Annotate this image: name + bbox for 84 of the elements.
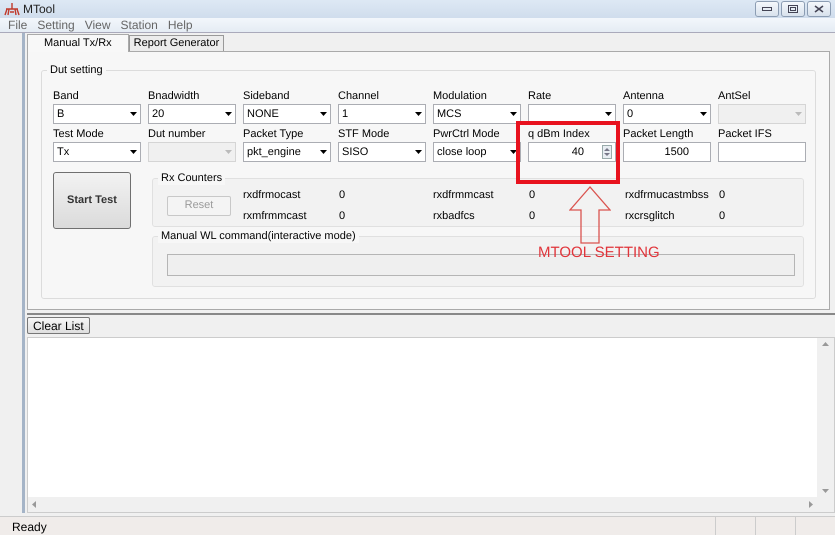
field-label: q dBm Index: [528, 128, 591, 142]
clear-list-button[interactable]: Clear List: [27, 317, 90, 334]
caret-icon: [225, 150, 232, 154]
spin-field[interactable]: 40: [528, 142, 616, 162]
field-label: Channel: [338, 90, 380, 104]
tab[interactable]: Report Generator: [128, 35, 224, 51]
minimize-icon: [762, 6, 772, 12]
field-label: Rate: [528, 90, 552, 104]
counter-name: rxmfrmmcast: [243, 208, 308, 224]
caret-icon: [415, 112, 422, 116]
counter-value: 0: [719, 188, 726, 203]
maximize-icon: [788, 5, 798, 13]
field-label: PwrCtrl Mode: [433, 128, 501, 142]
dropdown[interactable]: Tx: [53, 142, 141, 162]
caret-icon: [130, 112, 137, 116]
scroll-right-icon: [809, 501, 813, 508]
annotation-label: MTOOL SETTING: [538, 244, 660, 261]
dropdown[interactable]: B: [53, 104, 141, 124]
field-label: Band: [53, 90, 80, 104]
caret-icon: [320, 112, 327, 116]
start-test-button[interactable]: Start Test: [53, 172, 131, 229]
counter-name: rxdfrmocast: [243, 188, 302, 203]
caret-icon: [320, 150, 327, 154]
group-title: Manual WL command(interactive mode): [158, 229, 359, 243]
counter-name: rxdfrmucastmbss: [625, 188, 710, 203]
field-label: AntSel: [718, 90, 752, 104]
dropdown[interactable]: SISO: [338, 142, 426, 162]
up-arrow-icon: [569, 186, 611, 244]
dropdown[interactable]: close loop: [433, 142, 521, 162]
spinner-icon: [602, 145, 612, 159]
menu-item[interactable]: File: [3, 18, 32, 32]
counter-name: rxdfrmmcast: [433, 188, 494, 203]
scroll-up-icon: [822, 342, 829, 346]
close-icon: [814, 5, 824, 13]
input-field[interactable]: 1500: [623, 142, 711, 162]
field-label: Bnadwidth: [148, 90, 200, 104]
menu-item[interactable]: Help: [162, 18, 198, 32]
horizontal-scrollbar[interactable]: [28, 497, 817, 512]
caret-icon: [605, 112, 612, 116]
counter-name: rxbadfcs: [433, 208, 476, 224]
window-title: MTool: [23, 1, 56, 18]
field-label: Packet Type: [243, 128, 304, 142]
caret-icon: [510, 150, 517, 154]
field-label: STF Mode: [338, 128, 390, 142]
dropdown[interactable]: 1: [338, 104, 426, 124]
counter-value: 0: [339, 188, 346, 203]
maximize-button[interactable]: [781, 1, 805, 17]
caret-icon: [415, 150, 422, 154]
counter-value: 0: [529, 188, 536, 203]
field-label: Packet IFS: [718, 128, 773, 142]
input-field[interactable]: [718, 142, 806, 162]
field-label: Test Mode: [53, 128, 105, 142]
caret-icon: [225, 112, 232, 116]
counter-value: 0: [529, 208, 536, 224]
counter-value: 0: [719, 208, 726, 224]
vertical-scrollbar[interactable]: [817, 338, 834, 497]
field-label: Dut number: [148, 128, 206, 142]
field-label: Modulation: [433, 90, 488, 104]
status-text: Ready: [11, 519, 48, 535]
caret-icon: [510, 112, 517, 116]
dropdown[interactable]: pkt_engine: [243, 142, 331, 162]
caret-icon: [795, 112, 802, 116]
scroll-down-icon: [822, 489, 829, 493]
close-button[interactable]: [807, 1, 831, 17]
dropdown[interactable]: NONE: [243, 104, 331, 124]
caret-icon: [130, 150, 137, 154]
minimize-button[interactable]: [755, 1, 779, 17]
caret-icon: [700, 112, 707, 116]
tab[interactable]: Manual Tx/Rx: [27, 34, 129, 52]
menu-item[interactable]: Setting: [32, 18, 80, 32]
field-label: Antenna: [623, 90, 665, 104]
field-label: Packet Length: [623, 128, 694, 142]
scroll-left-icon: [32, 501, 36, 508]
counter-name: rxcrsglitch: [625, 208, 676, 224]
menu-item[interactable]: Station: [116, 18, 163, 32]
group-title: Rx Counters: [158, 171, 226, 185]
group-title: Dut setting: [47, 63, 106, 77]
counter-value: 0: [339, 208, 346, 224]
dropdown[interactable]: 0: [623, 104, 711, 124]
dropdown[interactable]: MCS: [433, 104, 521, 124]
dropdown[interactable]: 20: [148, 104, 236, 124]
menu-item[interactable]: View: [80, 18, 116, 32]
field-label: Sideband: [243, 90, 290, 104]
app-icon: [4, 2, 20, 16]
